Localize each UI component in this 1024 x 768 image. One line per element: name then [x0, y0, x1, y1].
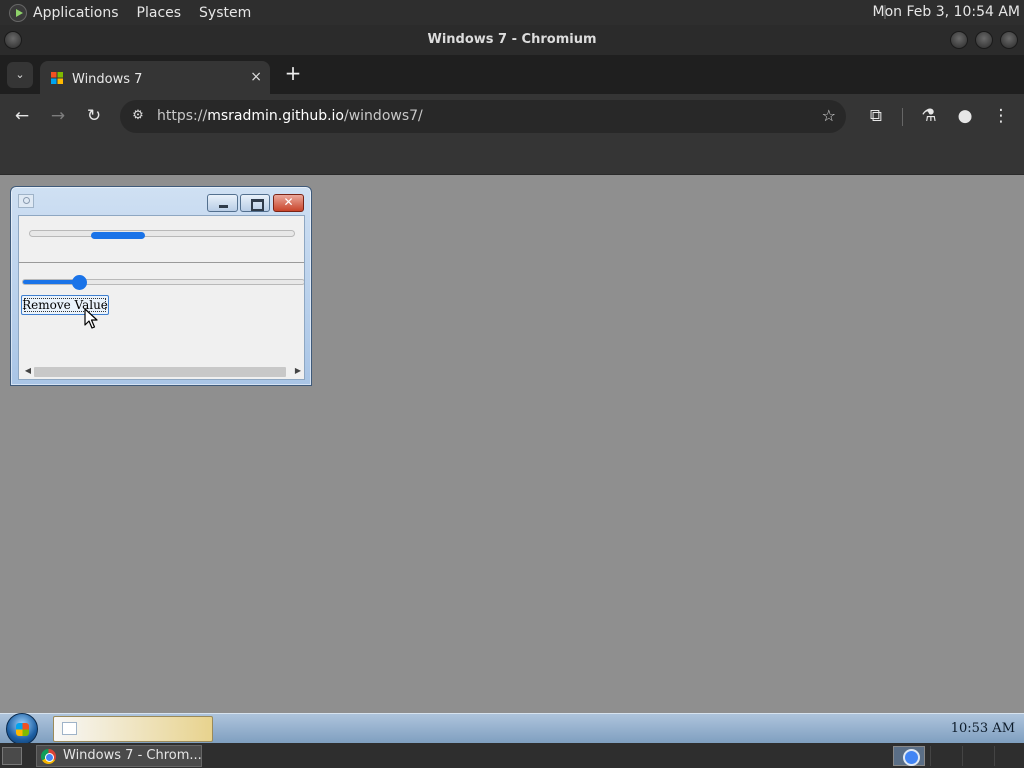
range-slider-track[interactable] [22, 279, 304, 285]
page-viewport: ✕ Remove Value ◀ ▶ 10:53 AM [0, 175, 1024, 745]
range-slider-thumb[interactable] [72, 275, 87, 290]
gnome-top-panel: Applications Places System Mon Feb 3, 10… [0, 0, 1024, 25]
applications-logo-icon[interactable] [9, 3, 27, 22]
windows-favicon-icon [51, 72, 63, 84]
url-host: msradmin.github.io [207, 108, 344, 124]
back-icon[interactable]: ← [11, 105, 33, 127]
window-title-bar[interactable]: Windows 7 - Chromium [0, 25, 1024, 55]
url-scheme: https:// [157, 108, 208, 124]
window-app-icon [62, 722, 77, 735]
top-panel-clock[interactable]: Mon Feb 3, 10:54 AM [873, 4, 1020, 20]
scroll-right-icon[interactable]: ▶ [292, 364, 304, 378]
profile-icon[interactable]: ● [954, 105, 976, 127]
taskbar-item-chromium[interactable]: Windows 7 - Chrom... [36, 745, 202, 767]
menu-system[interactable]: System [199, 5, 251, 21]
win7-maximize-button[interactable] [240, 194, 270, 212]
tab-close-icon[interactable]: × [250, 69, 262, 85]
workspace-3[interactable] [962, 746, 992, 766]
site-info-icon[interactable]: ⚙ [128, 106, 148, 126]
horizontal-divider [19, 262, 304, 263]
url-path: /windows7/ [344, 108, 423, 124]
labs-icon[interactable]: ⚗ [918, 105, 940, 127]
tab-search-button[interactable]: ⌄ [7, 62, 33, 88]
menu-applications[interactable]: Applications [33, 5, 119, 21]
win7-window[interactable]: ✕ Remove Value ◀ ▶ [10, 186, 312, 386]
maximize-window-icon[interactable] [975, 31, 993, 49]
workspace-switcher-active[interactable] [893, 746, 925, 766]
new-tab-button[interactable]: + [283, 62, 303, 86]
chromium-icon [41, 749, 56, 764]
window-client-area: Remove Value ◀ ▶ [18, 215, 305, 380]
window-title: Windows 7 - Chromium [427, 32, 597, 47]
win7-minimize-button[interactable] [207, 194, 238, 212]
address-bar[interactable]: ⚙ https://msradmin.github.io/windows7/ ☆ [120, 100, 846, 133]
menu-places[interactable]: Places [137, 5, 182, 21]
horizontal-scrollbar[interactable]: ◀ ▶ [22, 364, 304, 378]
tab-windows-7[interactable]: Windows 7 × [40, 61, 270, 94]
toolbar-divider [902, 108, 903, 126]
bookmark-star-icon[interactable]: ☆ [822, 106, 836, 125]
show-desktop-icon[interactable] [2, 747, 22, 765]
url-text[interactable]: https://msradmin.github.io/windows7/ [157, 108, 423, 124]
progress-bar-fill [91, 232, 145, 239]
forward-icon[interactable]: → [47, 105, 69, 127]
minimize-window-icon[interactable] [950, 31, 968, 49]
close-window-icon[interactable] [1000, 31, 1018, 49]
win7-taskbar: 10:53 AM [0, 713, 1024, 745]
extensions-icon[interactable]: ⧉ [865, 105, 887, 127]
tab-strip: ⌄ Windows 7 × + [0, 55, 1024, 94]
scrollbar-thumb[interactable] [34, 367, 286, 377]
win7-taskbar-item[interactable] [53, 716, 213, 742]
win7-taskbar-clock[interactable]: 10:53 AM [951, 721, 1015, 736]
gnome-bottom-panel: Windows 7 - Chrom... [0, 743, 1024, 768]
taskbar-item-label: Windows 7 - Chrom... [63, 748, 202, 763]
workspace-2[interactable] [930, 746, 960, 766]
win7-close-button[interactable]: ✕ [273, 194, 304, 212]
start-button-icon[interactable] [6, 713, 38, 745]
progress-bar [29, 230, 295, 239]
reload-icon[interactable]: ↻ [83, 105, 105, 127]
mouse-cursor-icon [84, 308, 98, 329]
tab-title: Windows 7 [72, 72, 143, 87]
browser-menu-icon[interactable]: ⋮ [990, 105, 1012, 127]
workspace-4[interactable] [994, 746, 1024, 766]
toolbar-extension-area [0, 139, 1024, 175]
scroll-left-icon[interactable]: ◀ [22, 364, 34, 378]
window-app-icon [18, 194, 34, 208]
browser-toolbar: ← → ↻ ⚙ https://msradmin.github.io/windo… [0, 94, 1024, 139]
